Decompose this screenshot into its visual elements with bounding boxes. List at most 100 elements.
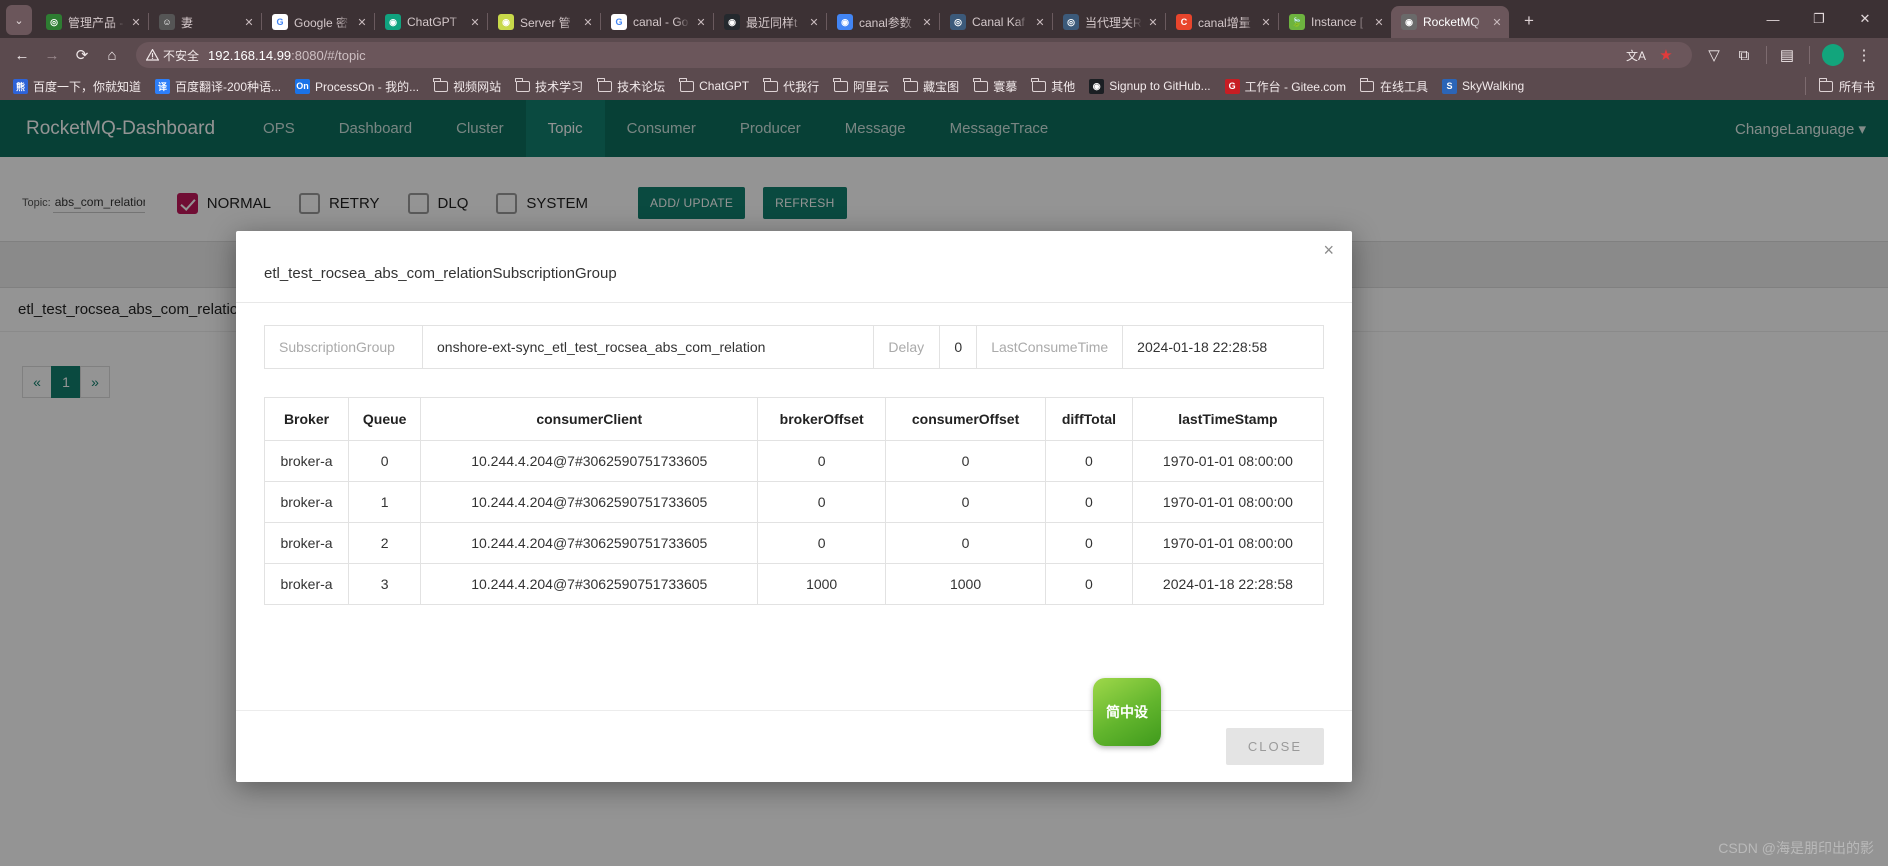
tab-close-icon[interactable]: ✕ xyxy=(241,14,257,30)
reload-icon[interactable]: ⟳ xyxy=(68,41,96,69)
bookmarks-overflow[interactable]: 所有书 xyxy=(1799,75,1882,97)
bookmarks-divider xyxy=(1804,77,1806,95)
bookmark-item-4[interactable]: 技术学习 xyxy=(508,75,590,97)
queue-cell-queue: 3 xyxy=(348,563,422,605)
sidebar-icon[interactable]: ▤ xyxy=(1773,41,1801,69)
browser-menu-icon[interactable]: ⋮ xyxy=(1850,41,1878,69)
url-host: 192.168.14.99 xyxy=(208,47,292,63)
browser-tab-9[interactable]: ◎ 当代理关R ✕ xyxy=(1053,6,1165,38)
browser-tab-7[interactable]: ◉ canal参数 ✕ xyxy=(827,6,939,38)
tab-close-icon[interactable]: ✕ xyxy=(1489,14,1505,30)
not-secure-indicator[interactable]: 不安全 xyxy=(146,47,199,64)
tab-close-icon[interactable]: ✕ xyxy=(1032,14,1048,30)
translate-icon[interactable]: 文A xyxy=(1622,41,1650,69)
queue-column-header-lasttimestamp: lastTimeStamp xyxy=(1131,397,1325,441)
bookmark-item-1[interactable]: 译百度翻译-200种语... xyxy=(148,75,288,97)
home-icon[interactable]: ⌂ xyxy=(98,41,126,69)
last-consume-time-value: 2024-01-18 22:28:58 xyxy=(1122,325,1324,369)
tab-close-icon[interactable]: ✕ xyxy=(128,14,144,30)
tab-close-icon[interactable]: ✕ xyxy=(806,14,822,30)
bookmark-item-14[interactable]: 在线工具 xyxy=(1353,75,1435,97)
browser-tab-2[interactable]: G Google 密 ✕ xyxy=(262,6,374,38)
browser-tab-5[interactable]: Gcanal - Go ✕ xyxy=(601,6,713,38)
bookmark-label: 在线工具 xyxy=(1379,79,1428,94)
tab-close-icon[interactable]: ✕ xyxy=(1371,14,1387,30)
forward-icon[interactable]: → xyxy=(38,41,66,69)
modal-close-button[interactable]: CLOSE xyxy=(1225,728,1324,765)
browser-toolbar: ← → ⟳ ⌂ 不安全 192.168.14.99:8080/#/topic 文… xyxy=(0,38,1888,72)
bookmark-item-0[interactable]: 熊百度一下，你就知道 xyxy=(6,75,148,97)
bookmark-item-13[interactable]: G 工作台 - Gitee.com xyxy=(1218,75,1353,97)
browser-tab-6[interactable]: ◉ 最近同样t ✕ xyxy=(714,6,826,38)
queue-cell-consumeroffset: 0 xyxy=(885,522,1047,564)
browser-tab-1[interactable]: ☺ 妻 ✕ xyxy=(149,6,261,38)
queue-cell-lasttimestamp: 1970-01-01 08:00:00 xyxy=(1131,522,1325,564)
tab-search-button[interactable]: ⌄ xyxy=(6,5,32,35)
close-window-button[interactable]: ✕ xyxy=(1842,0,1888,38)
address-bar[interactable]: 不安全 192.168.14.99:8080/#/topic 文A ★ xyxy=(136,42,1692,68)
tabs-container: ◎ 管理产品 - ✕ ☺ 妻 ✕ G Google 密 ✕ ◉ ChatGPT ✕ ◉ Server 管 ✕… xyxy=(36,6,1750,38)
floating-ad-badge[interactable]: 简中设 xyxy=(1093,678,1161,746)
bookmark-item-12[interactable]: ◉ Signup to GitHub... xyxy=(1082,75,1217,97)
queue-column-header-brokeroffset: brokerOffset xyxy=(757,397,887,441)
new-tab-button[interactable]: + xyxy=(1515,7,1543,35)
browser-tab-4[interactable]: ◉ Server 管 ✕ xyxy=(488,6,600,38)
browser-tab-8[interactable]: ◎ Canal Kaf ✕ xyxy=(940,6,1052,38)
extensions-icon[interactable]: ▽ xyxy=(1700,41,1728,69)
bookmark-item-5[interactable]: 技术论坛 xyxy=(590,75,672,97)
browser-tab-10[interactable]: Ccanal增量 ✕ xyxy=(1166,6,1278,38)
floating-ad-label: 简中设 xyxy=(1106,703,1148,720)
bookmark-item-11[interactable]: 其他 xyxy=(1024,75,1082,97)
tab-close-icon[interactable]: ✕ xyxy=(1145,14,1161,30)
modal-close-icon[interactable]: × xyxy=(1319,237,1338,263)
bookmark-item-7[interactable]: 代我行 xyxy=(756,75,826,97)
bookmark-item-2[interactable]: On ProcessOn - 我的... xyxy=(288,75,426,97)
tab-close-icon[interactable]: ✕ xyxy=(354,14,370,30)
bookmark-item-3[interactable]: 视频网站 xyxy=(426,75,508,97)
browser-tab-0[interactable]: ◎ 管理产品 - ✕ xyxy=(36,6,148,38)
browser-tab-3[interactable]: ◉ ChatGPT ✕ xyxy=(375,6,487,38)
back-icon[interactable]: ← xyxy=(8,41,36,69)
tab-close-icon[interactable]: ✕ xyxy=(1258,14,1274,30)
tab-title: 管理产品 - xyxy=(68,15,124,30)
tab-favicon-icon: C xyxy=(1176,14,1192,30)
queue-cell-consumerclient: 10.244.4.204@7#3062590751733605 xyxy=(420,563,759,605)
tab-close-icon[interactable]: ✕ xyxy=(693,14,709,30)
folder-icon xyxy=(1818,77,1834,94)
bookmark-item-9[interactable]: 藏宝图 xyxy=(896,75,966,97)
all-bookmarks-button[interactable]: 所有书 xyxy=(1812,75,1882,97)
bookmark-item-15[interactable]: S SkyWalking xyxy=(1435,75,1531,97)
tab-close-icon[interactable]: ✕ xyxy=(580,14,596,30)
tab-title: Canal Kaf xyxy=(972,15,1025,29)
browser-tab-11[interactable]: 🍃 Instance [✕ xyxy=(1279,6,1391,38)
queue-table-row: broker-a 1 10.244.4.204@7#3062590751733605… xyxy=(263,481,1325,523)
tab-title: canal参数 xyxy=(859,15,912,30)
subscription-meta-row: SubscriptionGroup onshore-ext-sync_etl_t… xyxy=(264,325,1324,369)
queue-table-header-row: Broker Queue consumerClient brokerOffset con… xyxy=(263,397,1325,441)
tab-close-icon[interactable]: ✕ xyxy=(467,14,483,30)
bookmark-item-10[interactable]: 寰摹 xyxy=(966,75,1024,97)
queue-table-body: broker-a 0 10.244.4.204@7#3062590751733605… xyxy=(263,440,1325,605)
browser-window: ⌄ ◎ 管理产品 - ✕ ☺ 妻 ✕ G Google 密 ✕ ◉ ChatGPT ✕ ◉ Server … xyxy=(0,0,1888,866)
queue-cell-difftotal: 0 xyxy=(1045,522,1133,564)
queue-cell-brokeroffset: 0 xyxy=(757,440,887,482)
queue-cell-difftotal: 0 xyxy=(1045,481,1133,523)
tab-strip: ⌄ ◎ 管理产品 - ✕ ☺ 妻 ✕ G Google 密 ✕ ◉ ChatGPT ✕ ◉ Server … xyxy=(0,0,1888,38)
bookmark-item-6[interactable]: ChatGPT xyxy=(672,75,756,97)
folder-icon xyxy=(433,77,448,94)
bookmark-star-icon[interactable]: ★ xyxy=(1652,41,1680,69)
tab-title: 最近同样t xyxy=(746,15,798,30)
queue-cell-brokeroffset: 0 xyxy=(757,522,887,564)
split-screen-icon[interactable]: ⧉ xyxy=(1730,41,1758,69)
minimize-button[interactable]: — xyxy=(1750,0,1796,38)
processon-icon: On xyxy=(295,78,311,94)
queue-cell-lasttimestamp: 1970-01-01 08:00:00 xyxy=(1131,481,1325,523)
tab-close-icon[interactable]: ✕ xyxy=(919,14,935,30)
maximize-button[interactable]: ❐ xyxy=(1796,0,1842,38)
tab-title: 当代理关R xyxy=(1085,15,1142,30)
subscription-group-modal: × etl_test_rocsea_abs_com_relationSubscr… xyxy=(236,231,1352,782)
queue-cell-broker: broker-a xyxy=(263,440,350,482)
profile-avatar[interactable] xyxy=(1822,44,1844,66)
bookmark-item-8[interactable]: 阿里云 xyxy=(826,75,896,97)
browser-tab-12[interactable]: ◉ RocketMQ ✕ xyxy=(1391,6,1509,38)
